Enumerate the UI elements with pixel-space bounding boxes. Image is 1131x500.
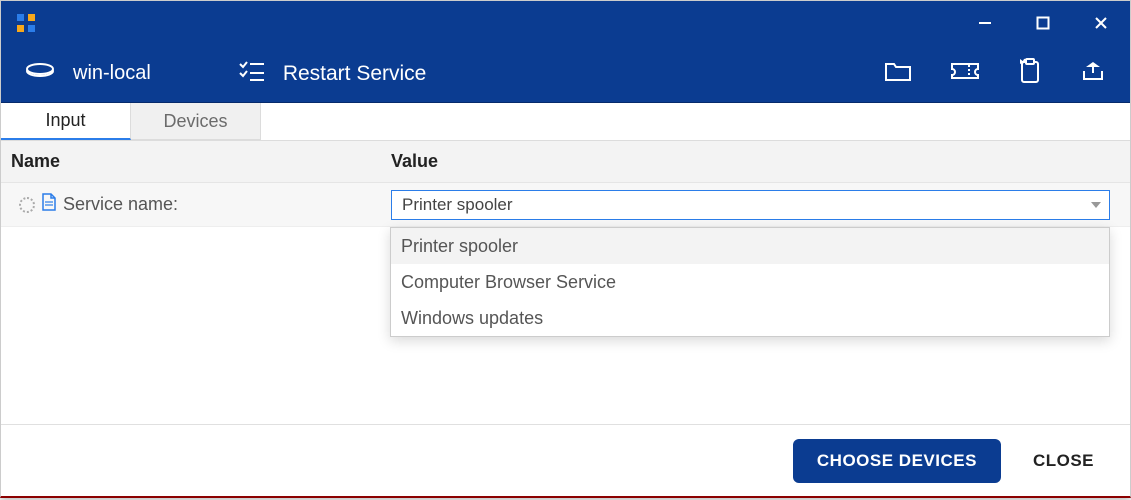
param-status-icon xyxy=(19,197,35,213)
checklist-icon xyxy=(239,60,265,87)
close-button[interactable] xyxy=(1072,1,1130,45)
dropdown-list: Printer spooler Computer Browser Service… xyxy=(390,227,1110,337)
tab-devices[interactable]: Devices xyxy=(131,103,261,140)
titlebar xyxy=(1,1,1130,45)
dropdown-option[interactable]: Printer spooler xyxy=(391,228,1109,264)
dropdown-option[interactable]: Windows updates xyxy=(391,300,1109,336)
service-combobox[interactable]: Printer spooler xyxy=(391,190,1110,220)
minimize-button[interactable] xyxy=(956,1,1014,45)
choose-devices-button[interactable]: CHOOSE DEVICES xyxy=(793,439,1001,483)
device-name: win-local xyxy=(73,62,151,85)
tabstrip: Input Devices xyxy=(1,103,1130,141)
col-header-value: Value xyxy=(391,151,1120,172)
col-header-name: Name xyxy=(11,151,391,172)
device-icon xyxy=(25,61,55,86)
content-area: Name Value Service name: Printer spooler… xyxy=(1,141,1130,424)
app-window: win-local Restart Service xyxy=(0,0,1131,498)
folder-icon[interactable] xyxy=(884,60,912,87)
app-logo-icon xyxy=(15,12,37,34)
tab-input[interactable]: Input xyxy=(1,103,131,140)
file-icon xyxy=(41,193,57,216)
grid-header: Name Value xyxy=(1,141,1130,183)
share-icon[interactable] xyxy=(1080,59,1106,88)
window-controls xyxy=(956,1,1130,45)
clipboard-icon[interactable] xyxy=(1018,58,1042,89)
combobox-value: Printer spooler xyxy=(402,195,513,215)
param-name-cell: Service name: xyxy=(11,193,391,216)
tab-label: Input xyxy=(45,110,85,131)
close-dialog-button[interactable]: CLOSE xyxy=(1033,451,1094,471)
grid-row: Service name: Printer spooler xyxy=(1,183,1130,227)
footer: CHOOSE DEVICES CLOSE xyxy=(1,424,1130,496)
chevron-down-icon xyxy=(1091,202,1101,208)
maximize-button[interactable] xyxy=(1014,1,1072,45)
param-label: Service name: xyxy=(63,194,178,215)
param-value-cell: Printer spooler xyxy=(391,190,1120,220)
dropdown-option[interactable]: Computer Browser Service xyxy=(391,264,1109,300)
toolbar: win-local Restart Service xyxy=(1,45,1130,103)
tab-label: Devices xyxy=(163,111,227,132)
action-title: Restart Service xyxy=(283,62,427,86)
ticket-icon[interactable] xyxy=(950,61,980,86)
